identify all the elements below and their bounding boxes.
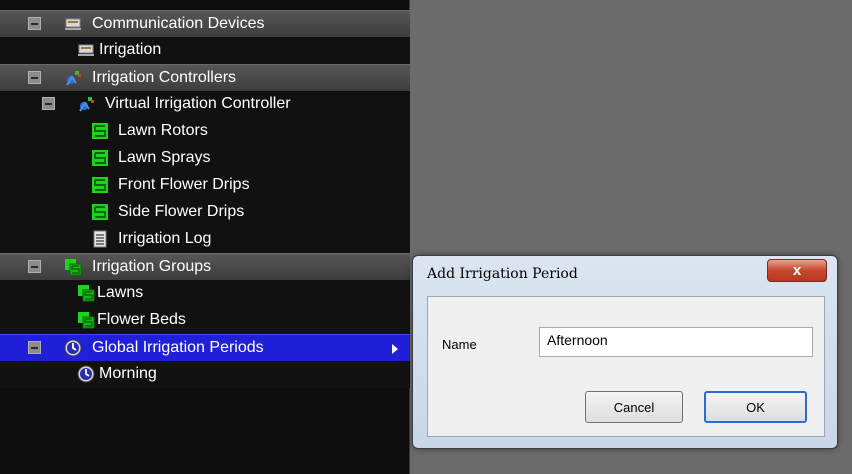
irrigation-groups-icon [64,258,82,276]
add-irrigation-period-dialog: Add Irrigation Period x Name Cancel OK [412,255,838,449]
expand-arrow-icon[interactable] [392,344,398,354]
tree-item-label: Irrigation Log [118,230,212,247]
tree-item-morning[interactable]: Morning [0,361,410,388]
tree-item-label: Lawn Sprays [118,149,211,166]
tree-item-label: Irrigation Groups [92,258,212,275]
tree-item-label: Irrigation Controllers [92,69,237,86]
zone-icon [91,203,109,221]
tree-item-label: Front Flower Drips [118,176,250,193]
zone-icon [91,149,109,167]
tree-item-label: Lawns [97,284,144,301]
collapse-toggle[interactable] [28,260,41,273]
tree-item-flower-beds[interactable]: Flower Beds [0,307,410,334]
ok-button[interactable]: OK [704,391,807,423]
clock-icon [77,365,95,383]
tree-item-label: Morning [99,365,157,382]
tree-item-communication-devices[interactable]: Communication Devices [0,10,410,37]
tree-item-irrigation-device[interactable]: Irrigation [0,37,410,64]
tree-item-side-flower-drips[interactable]: Side Flower Drips [0,199,410,226]
tree-item-label: Side Flower Drips [118,203,245,220]
irrigation-controllers-icon [64,69,82,87]
clock-icon [64,339,82,357]
dialog-body: Name Cancel OK [427,296,825,437]
close-button[interactable]: x [767,259,827,282]
tree-item-label: Virtual Irrigation Controller [105,95,291,112]
collapse-toggle[interactable] [28,17,41,30]
zone-icon [91,176,109,194]
communication-device-icon [77,41,95,59]
name-label: Name [442,337,477,352]
tree-item-label: Lawn Rotors [118,122,208,139]
project-tree[interactable]: Communication Devices Irrigation Irrigat… [0,0,410,474]
dialog-title: Add Irrigation Period [427,266,578,282]
collapse-toggle[interactable] [28,71,41,84]
collapse-toggle[interactable] [42,97,55,110]
tree-item-label: Global Irrigation Periods [92,339,264,356]
tree-item-irrigation-controllers[interactable]: Irrigation Controllers [0,64,410,91]
communication-devices-icon [64,15,82,33]
group-icon [77,311,95,329]
tree-item-virtual-irrigation-controller[interactable]: Virtual Irrigation Controller [0,91,410,118]
tree-item-global-irrigation-periods[interactable]: Global Irrigation Periods [0,334,410,361]
log-icon [91,230,109,248]
collapse-toggle[interactable] [28,341,41,354]
tree-item-lawns[interactable]: Lawns [0,280,410,307]
tree-item-label: Communication Devices [92,15,265,32]
tree-item-label: Irrigation [99,41,162,58]
tree-item-irrigation-log[interactable]: Irrigation Log [0,226,410,253]
tree-item-lawn-sprays[interactable]: Lawn Sprays [0,145,410,172]
zone-icon [91,122,109,140]
tree-item-irrigation-groups[interactable]: Irrigation Groups [0,253,410,280]
cancel-button[interactable]: Cancel [585,391,683,423]
tree-item-lawn-rotors[interactable]: Lawn Rotors [0,118,410,145]
tree-item-label: Flower Beds [97,311,186,328]
tree-item-front-flower-drips[interactable]: Front Flower Drips [0,172,410,199]
name-input[interactable] [539,327,813,357]
group-icon [77,284,95,302]
irrigation-controller-icon [77,95,95,113]
